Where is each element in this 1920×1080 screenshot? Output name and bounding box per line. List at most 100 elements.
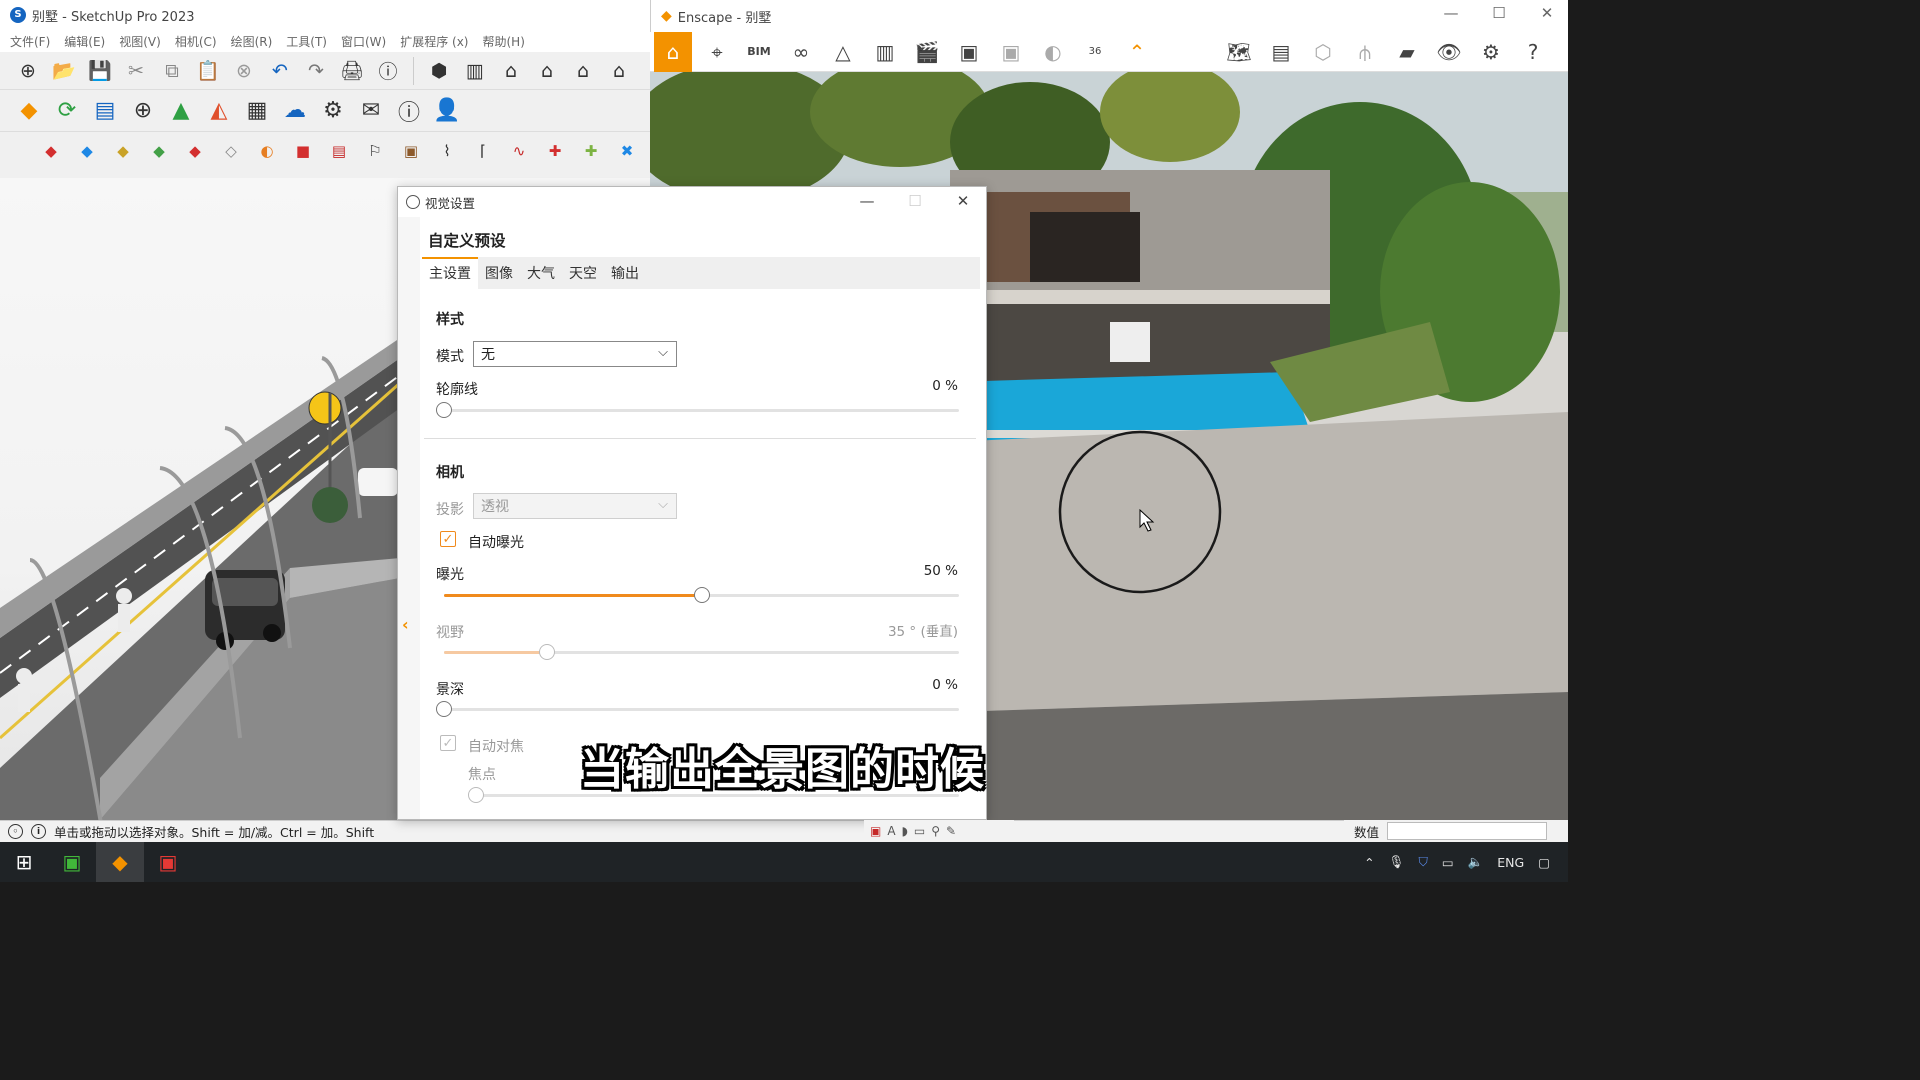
menu-file[interactable]: 文件(F) (10, 33, 50, 50)
outline-slider-thumb[interactable] (436, 402, 452, 418)
wrench-icon[interactable]: ✎ (946, 824, 956, 838)
menu-camera[interactable]: 相机(C) (175, 33, 217, 50)
cube-view-icon[interactable]: ⬡ (1306, 35, 1340, 69)
views-pin-icon[interactable]: ⌖ (700, 35, 734, 69)
checker-icon[interactable]: ▦ (240, 94, 274, 128)
taskbar-app-green-icon[interactable]: ▣ (48, 842, 96, 882)
taskbar-app-red-icon[interactable]: ▣ (144, 842, 192, 882)
help-icon[interactable]: ? (1516, 35, 1550, 69)
account-icon[interactable]: 👤 (430, 94, 464, 128)
menu-draw[interactable]: 绘图(R) (231, 33, 273, 50)
back-view-icon[interactable]: ⌂ (569, 57, 597, 85)
cut-icon[interactable]: ✂ (122, 57, 150, 85)
instructor-info-icon[interactable]: i (31, 824, 46, 839)
add-asset-icon[interactable]: ⊕ (126, 94, 160, 128)
asset-library-icon[interactable]: ▲ (164, 94, 198, 128)
front-view-icon[interactable]: ⌂ (497, 57, 525, 85)
about-info-icon[interactable]: ⓘ (392, 94, 426, 128)
dof-slider-thumb[interactable] (436, 701, 452, 717)
measurements-input[interactable] (1387, 822, 1548, 840)
network-icon[interactable]: ▭ (1442, 855, 1454, 870)
taskbar-enscape-icon[interactable]: ◆ (96, 842, 144, 882)
tab-image[interactable]: 图像 (478, 257, 520, 289)
shape-tool-7-icon[interactable]: ◐ (254, 138, 280, 164)
bim-icon[interactable]: BIM (742, 35, 776, 69)
minimize-icon[interactable]: — (1431, 4, 1471, 22)
left-view-icon[interactable]: ⌂ (605, 57, 633, 85)
tool-icon[interactable]: ▣ (870, 824, 881, 838)
shape-tool-6-icon[interactable]: ◇ (218, 138, 244, 164)
shape-tool-15-icon[interactable]: ✚ (542, 138, 568, 164)
tab-output[interactable]: 输出 (604, 257, 646, 289)
person-icon[interactable]: ⚲ (931, 824, 940, 838)
chevron-up-icon[interactable]: ⌃ (1120, 35, 1154, 69)
notifications-icon[interactable]: ▢ (1538, 855, 1550, 870)
live-update-icon[interactable]: ⟳ (50, 94, 84, 128)
tab-sky[interactable]: 天空 (562, 257, 604, 289)
model-info-icon[interactable]: ⓘ (374, 57, 402, 85)
batch-render-icon[interactable]: ▣ (994, 35, 1028, 69)
fov-slider-thumb[interactable] (539, 644, 555, 660)
home-icon[interactable]: ⌂ (654, 31, 692, 72)
save-icon[interactable]: 💾 (86, 57, 114, 85)
chevron-left-icon[interactable]: ‹ (402, 615, 409, 634)
shape-tool-10-icon[interactable]: ⚐ (362, 138, 388, 164)
menu-edit[interactable]: 编辑(E) (64, 33, 105, 50)
menu-tools[interactable]: 工具(T) (286, 33, 327, 50)
dialog-minimize-icon[interactable]: — (855, 192, 879, 210)
outline-slider[interactable] (436, 402, 959, 418)
visual-settings-eye-icon[interactable]: 👁 (1432, 35, 1466, 69)
geolocation-icon[interactable]: ◦ (8, 824, 23, 839)
shape-tool-13-icon[interactable]: ⌈ (470, 138, 496, 164)
settings-gear-icon[interactable]: ⚙ (316, 94, 350, 128)
focus-slider-thumb[interactable] (468, 787, 484, 803)
undo-icon[interactable]: ↶ (266, 57, 294, 85)
tab-atmosphere[interactable]: 大气 (520, 257, 562, 289)
asset-icon[interactable]: ▰ (1390, 35, 1424, 69)
panorama-360-icon[interactable]: 36 (1078, 35, 1112, 69)
menu-view[interactable]: 视图(V) (119, 33, 161, 50)
microphone-icon[interactable]: 🎙 (1389, 854, 1405, 870)
sync-views-icon[interactable]: ▤ (88, 94, 122, 128)
buildings-icon[interactable]: ▥ (868, 35, 902, 69)
maximize-icon[interactable]: ☐ (1479, 4, 1519, 22)
shape-tool-2-icon[interactable]: ◆ (74, 138, 100, 164)
windows-start-icon[interactable]: ⊞ (0, 842, 48, 882)
exposure-slider-thumb[interactable] (693, 587, 710, 603)
open-folder-icon[interactable]: 📂 (50, 57, 78, 85)
shape-tool-5-icon[interactable]: ◆ (182, 138, 208, 164)
feedback-mail-icon[interactable]: ✉ (354, 94, 388, 128)
shape-tool-8-icon[interactable]: ■ (290, 138, 316, 164)
video-editor-icon[interactable]: 🎬 (910, 35, 944, 69)
collaboration-icon[interactable]: ⫛ (1348, 35, 1382, 69)
tray-chevron-up-icon[interactable]: ⌃ (1364, 855, 1374, 870)
menu-window[interactable]: 窗口(W) (341, 33, 386, 50)
shape-tool-11-icon[interactable]: ▣ (398, 138, 424, 164)
enscape-start-icon[interactable]: ◆ (12, 94, 46, 128)
shape-tool-17-icon[interactable]: ✖ (614, 138, 640, 164)
preset-sidebar-toggle[interactable]: ‹ (398, 217, 420, 819)
shape-tool-4-icon[interactable]: ◆ (146, 138, 172, 164)
shape-tool-3-icon[interactable]: ◆ (110, 138, 136, 164)
iso-view-icon[interactable]: ⬢ (425, 57, 453, 85)
export-icon[interactable]: ▤ (1264, 35, 1298, 69)
screenshot-icon[interactable]: ▣ (952, 35, 986, 69)
paste-icon[interactable]: 📋 (194, 57, 222, 85)
shape-tool-14-icon[interactable]: ∿ (506, 138, 532, 164)
binoculars-icon[interactable]: ∞ (784, 35, 818, 69)
auto-exposure-checkbox[interactable]: ✓ (440, 531, 456, 547)
new-file-icon[interactable]: ⊕ (14, 57, 42, 85)
top-view-icon[interactable]: ▥ (461, 57, 489, 85)
security-shield-icon[interactable]: ⛉ (1418, 854, 1427, 870)
menu-help[interactable]: 帮助(H) (482, 33, 524, 50)
general-settings-icon[interactable]: ⚙ (1474, 35, 1508, 69)
volume-icon[interactable]: 🔈 (1468, 854, 1484, 870)
dof-slider[interactable] (436, 701, 959, 717)
shape-tool-9-icon[interactable]: ▤ (326, 138, 352, 164)
language-indicator[interactable]: ENG (1497, 855, 1524, 870)
text-tool-icon[interactable]: A (887, 824, 895, 838)
projection-select[interactable]: 透视 ⌵ (473, 493, 677, 519)
material-editor-icon[interactable]: ◭ (202, 94, 236, 128)
upload-icon[interactable]: ☁ (278, 94, 312, 128)
shape-tool-12-icon[interactable]: ⌇ (434, 138, 460, 164)
